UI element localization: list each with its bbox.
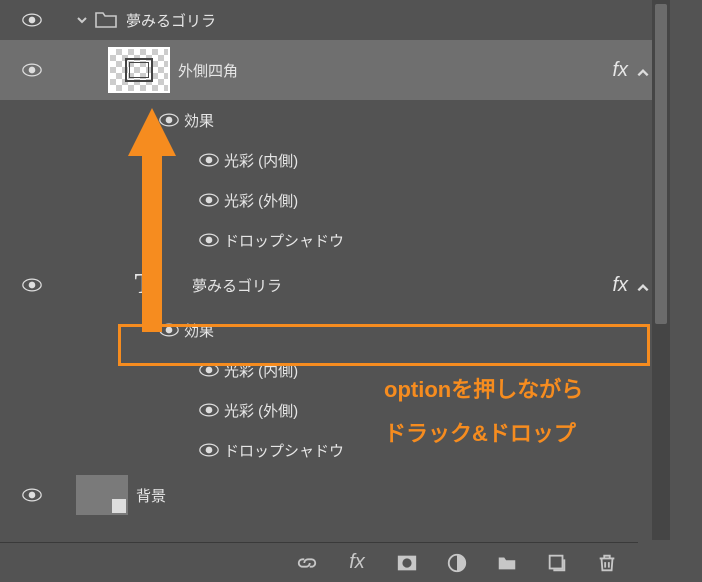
folder-icon bbox=[94, 10, 118, 30]
eye-icon[interactable] bbox=[199, 403, 219, 417]
fx-badge: fx bbox=[612, 274, 628, 297]
layer-name[interactable]: 夢みるゴリラ bbox=[192, 275, 670, 296]
layer-thumbnail[interactable] bbox=[108, 47, 170, 93]
layer-name[interactable]: 外側四角 bbox=[178, 60, 670, 81]
trash-icon[interactable] bbox=[596, 552, 618, 574]
chevron-up-icon[interactable] bbox=[636, 63, 650, 77]
effect-row[interactable]: ドロップシャドウ bbox=[0, 220, 670, 260]
group-name[interactable]: 夢みるゴリラ bbox=[126, 10, 670, 31]
adjustment-icon[interactable] bbox=[446, 552, 468, 574]
effect-row[interactable]: 光彩 (内側) bbox=[0, 140, 670, 180]
eye-icon[interactable] bbox=[22, 63, 42, 77]
eye-icon[interactable] bbox=[22, 13, 42, 27]
layer-thumbnail[interactable] bbox=[76, 475, 128, 515]
eye-icon[interactable] bbox=[22, 488, 42, 502]
effect-row[interactable]: ドロップシャドウ bbox=[0, 430, 670, 470]
chevron-up-icon[interactable] bbox=[636, 278, 650, 292]
effect-row[interactable]: 光彩 (外側) bbox=[0, 390, 670, 430]
effect-label: 光彩 (内側) bbox=[224, 150, 670, 171]
eye-icon[interactable] bbox=[199, 363, 219, 377]
effects-header-row[interactable]: 効果 bbox=[0, 100, 670, 140]
scrollbar-thumb[interactable] bbox=[655, 4, 667, 324]
effect-row[interactable]: 光彩 (外側) bbox=[0, 180, 670, 220]
chevron-down-icon[interactable] bbox=[74, 14, 90, 26]
eye-icon[interactable] bbox=[159, 113, 179, 127]
text-layer-icon: T bbox=[128, 269, 160, 301]
new-folder-icon[interactable] bbox=[496, 552, 518, 574]
fx-badge: fx bbox=[612, 59, 628, 82]
eye-icon[interactable] bbox=[159, 323, 179, 337]
mask-icon[interactable] bbox=[396, 552, 418, 574]
effect-label: 光彩 (外側) bbox=[224, 400, 670, 421]
layer-row-text[interactable]: T 夢みるゴリラ fx bbox=[0, 260, 670, 310]
effect-row[interactable]: 光彩 (内側) bbox=[0, 350, 670, 390]
effects-header-row[interactable]: 効果 bbox=[0, 310, 670, 350]
link-icon[interactable] bbox=[296, 552, 318, 574]
effect-label: 光彩 (内側) bbox=[224, 360, 670, 381]
eye-icon[interactable] bbox=[199, 153, 219, 167]
layer-group-row[interactable]: 夢みるゴリラ bbox=[0, 0, 670, 40]
new-layer-icon[interactable] bbox=[546, 552, 568, 574]
eye-icon[interactable] bbox=[199, 193, 219, 207]
eye-icon[interactable] bbox=[199, 443, 219, 457]
layer-name[interactable]: 背景 bbox=[136, 485, 670, 506]
eye-icon[interactable] bbox=[199, 233, 219, 247]
effects-header-label: 効果 bbox=[184, 320, 670, 341]
layer-row-background[interactable]: 背景 bbox=[0, 470, 670, 520]
scrollbar[interactable] bbox=[652, 0, 670, 540]
effect-label: ドロップシャドウ bbox=[224, 440, 670, 461]
panel-footer: fx bbox=[0, 542, 638, 582]
fx-button[interactable]: fx bbox=[346, 552, 368, 574]
effects-header-label: 効果 bbox=[184, 110, 670, 131]
layer-row-shape[interactable]: 外側四角 fx bbox=[0, 40, 670, 100]
effect-label: ドロップシャドウ bbox=[224, 230, 670, 251]
eye-icon[interactable] bbox=[22, 278, 42, 292]
effect-label: 光彩 (外側) bbox=[224, 190, 670, 211]
